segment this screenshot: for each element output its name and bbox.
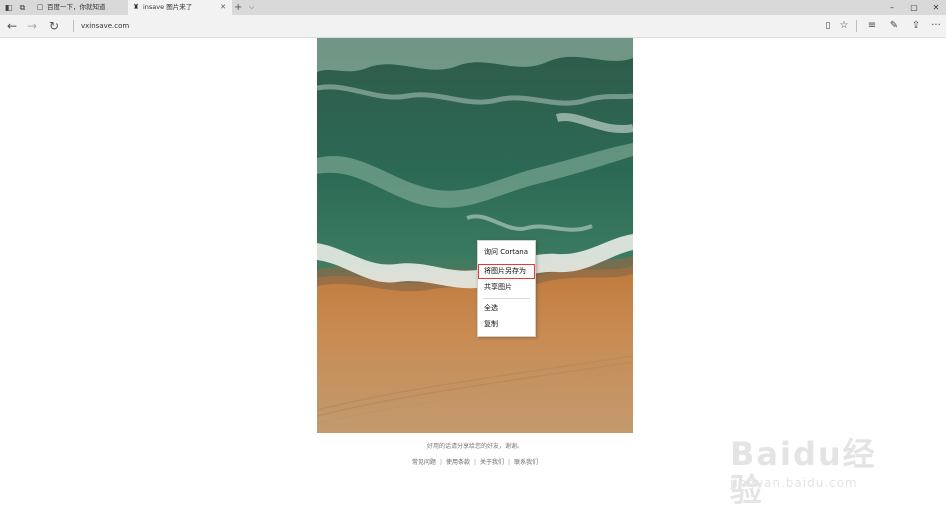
back-button[interactable]: ←	[4, 18, 20, 34]
divider: |	[439, 459, 442, 466]
footer-links: 常见问题 | 使用条款 | 关于我们 | 联系我们	[317, 457, 633, 466]
new-tab-button[interactable]: +	[234, 0, 242, 15]
menu-item-share-image[interactable]: 共享图片	[478, 280, 535, 295]
menu-item-save-image-as[interactable]: 将图片另存为	[478, 264, 535, 279]
close-window-button[interactable]: ✕	[926, 0, 946, 15]
navigation-bar: ← → ↻ vxinsave.com ▯ ☆ ≡ ✎ ⇪ ···	[0, 15, 946, 38]
tab-preview-icon[interactable]: ⧉	[18, 3, 27, 12]
watermark: Baidu经验 jingyan.baidu.com	[726, 430, 906, 508]
set-aside-tabs-icon[interactable]: ◧	[4, 3, 13, 12]
menu-item-ask-cortana[interactable]: 询问 Cortana	[478, 245, 535, 260]
watermark-url: jingyan.baidu.com	[730, 476, 858, 490]
watermark-logo: Baidu经验	[730, 435, 877, 509]
divider: |	[508, 459, 511, 466]
footer-share-text: 好用的话请分享给您的好友，谢谢。	[426, 443, 523, 450]
menu-item-copy[interactable]: 复制	[478, 317, 535, 332]
link-contact[interactable]: 联系我们	[514, 459, 538, 466]
hub-icon[interactable]: ≡	[864, 18, 880, 34]
tab-baidu[interactable]: ▢ 百度一下，你就知道	[32, 0, 126, 15]
menu-item-select-all[interactable]: 全选	[478, 301, 535, 316]
reading-view-icon[interactable]: ▯	[820, 18, 836, 34]
link-faq[interactable]: 常见问题	[412, 459, 436, 466]
favorite-star-icon[interactable]: ☆	[836, 18, 852, 34]
refresh-button[interactable]: ↻	[46, 18, 62, 34]
close-tab-icon[interactable]: ✕	[220, 0, 226, 15]
divider: |	[473, 459, 477, 466]
baidu-icon: ▢	[36, 3, 44, 11]
beach-photo-graphic	[317, 38, 633, 433]
tab-label: insave 图片来了	[143, 3, 193, 11]
divider	[856, 20, 857, 32]
tabs-menu-icon[interactable]: ⌵	[249, 0, 254, 15]
minimize-button[interactable]: –	[882, 0, 902, 15]
address-bar[interactable]: vxinsave.com	[81, 15, 129, 37]
beach-photo[interactable]	[317, 38, 633, 433]
maximize-button[interactable]: ▢	[904, 0, 924, 15]
link-about[interactable]: 关于我们	[480, 459, 504, 466]
more-icon[interactable]: ···	[928, 18, 944, 34]
tab-strip: ◧ ⧉ ▢ 百度一下，你就知道 ♜ insave 图片来了 ✕ + ⌵ – ▢ ✕	[0, 0, 946, 15]
forward-button[interactable]: →	[24, 18, 40, 34]
divider	[73, 20, 74, 32]
tab-label: 百度一下，你就知道	[47, 3, 106, 11]
share-icon[interactable]: ⇪	[908, 18, 924, 34]
insave-icon: ♜	[132, 3, 140, 11]
link-terms[interactable]: 使用条款	[446, 459, 470, 466]
context-menu: 询问 Cortana 将图片另存为 共享图片 全选 复制	[477, 240, 536, 337]
menu-separator	[483, 298, 530, 299]
tab-insave[interactable]: ♜ insave 图片来了 ✕	[128, 0, 232, 15]
web-note-icon[interactable]: ✎	[886, 18, 902, 34]
